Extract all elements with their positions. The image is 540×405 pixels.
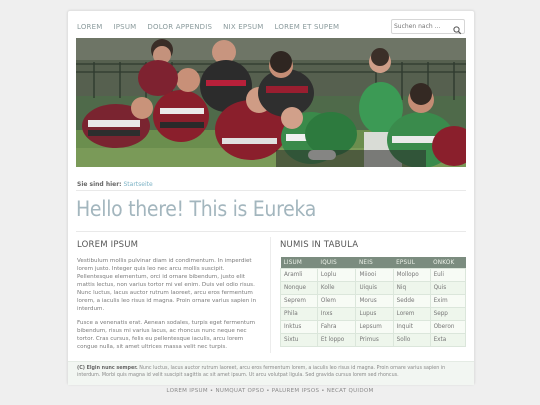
lorem-paragraph-1: Vestibulum mollis pulvinar diam id condi… [77,258,257,312]
page-title: Hello there! This is Eureka [76,197,316,221]
bottom-link-necat-quidom[interactable]: NECAT QUIDOM [327,388,374,394]
breadcrumb-label: Sie sind hier: [77,181,122,188]
table-cell: Olem [316,294,357,308]
table-column: NUMIS IN TABULA LISUM IQUIS NEIS EPSUL O… [280,240,467,347]
table-cell: Lorem [392,307,431,321]
table-header-cell: IQUIS [317,257,356,269]
table-row: Aramli Loplu Miiooi Mollopo Euli [280,268,467,282]
nav-item-lorem-et-supem[interactable]: LOREM ET SUPEM [275,20,340,36]
nav-item-dolor-appendis[interactable]: DOLOR APPENDIS [147,20,212,36]
bottom-link-lorem-ipsum[interactable]: LOREM IPSUM [166,388,208,394]
lorem-column: LOREM IPSUM Vestibulum mollis pulvinar d… [77,240,257,357]
search-input[interactable] [394,21,450,31]
table-cell: Inktus [280,320,318,334]
rugby-photo [76,38,466,167]
nav-item-lorem[interactable]: LOREM [77,20,103,36]
table-cell: Sepp [429,307,467,321]
table-cell: Sollo [392,333,431,347]
breadcrumb: Sie sind hier: Startseite [77,181,153,188]
table-cell: Fahra [316,320,357,334]
lorem-paragraph-2: Fusce a venenatis erat. Aenean sodales, … [77,320,256,350]
table-cell: Lupus [355,307,394,321]
table-header-cell: EPSUL [393,257,431,269]
table-cell: Miiooi [355,268,394,282]
table-row: Nonque Kolle Uiquis Niq Quis [280,281,467,295]
footer-text: (C) Elgin nunc semper. Nunc luctus, lacu… [68,362,474,379]
table-header-cell: ONKOK [430,257,466,269]
table-header-cell: NEIS [355,257,394,269]
table-cell: Inquit [392,320,431,334]
footer-note: (C) Elgin nunc semper. Nunc luctus, lacu… [68,361,474,385]
table-heading: NUMIS IN TABULA [280,240,359,250]
table-cell: Et loppo [316,333,357,347]
table-cell: Exta [429,333,467,347]
table-cell: Kolle [316,281,357,295]
breadcrumb-home-link[interactable]: Startseite [124,181,153,188]
data-table: LISUM IQUIS NEIS EPSUL ONKOK Aramli Lopl… [280,257,467,347]
table-cell: Niq [392,281,431,295]
bottom-link-separator: • [321,388,325,394]
table-header-cell: LISUM [280,257,318,269]
table-row: Sixtu Et loppo Primus Sollo Exta [280,333,467,347]
table-cell: Nonque [280,281,318,295]
table-cell: Loplu [316,268,357,282]
table-cell: Seprem [280,294,318,308]
table-cell: Exim [429,294,467,308]
table-cell: Mollopo [392,268,431,282]
nav-item-ipsum[interactable]: IPSUM [114,20,137,36]
footer-copyright: (C) Elgin nunc semper. [77,366,138,371]
table-cell: Aramli [280,268,318,282]
search-box [391,19,465,35]
nav-item-nix-epsum[interactable]: NIX EPSUM [223,20,263,36]
search-icon[interactable] [452,21,463,35]
table-cell: Phila [280,307,318,321]
lorem-heading: LOREM IPSUM [77,240,139,250]
table-cell: Sixtu [280,333,318,347]
table-header-row: LISUM IQUIS NEIS EPSUL ONKOK [280,257,466,269]
table-cell: Sedde [392,294,431,308]
hero-image [76,38,466,167]
table-row: Phila Inxs Lupus Lorem Sepp [280,307,467,321]
bottom-link-separator: • [209,388,214,394]
divider [76,231,466,232]
bottom-link-numquat-opso[interactable]: NUMQUAT OPSO [215,388,264,394]
table-cell: Lepsum [355,320,394,334]
table-row: Inktus Fahra Lepsum Inquit Oberon [280,320,467,334]
bottom-link-palurem-ipsos[interactable]: PALUREM IPSOS [272,388,319,394]
table-row: Seprem Olem Morus Sedde Exim [280,294,467,308]
page-card: LOREM IPSUM DOLOR APPENDIS NIX EPSUM LOR… [67,10,475,385]
table-cell: Oberon [429,320,467,334]
main-nav: LOREM IPSUM DOLOR APPENDIS NIX EPSUM LOR… [77,20,339,36]
bottom-link-separator: • [266,388,270,394]
table-cell: Primus [355,333,394,347]
table-cell: Inxs [316,307,357,321]
table-cell: Quis [429,281,467,295]
bottom-links: LOREM IPSUM • NUMQUAT OPSO • PALUREM IPSOS • N… [0,388,540,394]
divider [76,190,466,191]
table-cell: Uiquis [355,281,394,295]
column-divider [270,237,271,353]
table-cell: Morus [355,294,394,308]
table-cell: Euli [429,268,467,282]
